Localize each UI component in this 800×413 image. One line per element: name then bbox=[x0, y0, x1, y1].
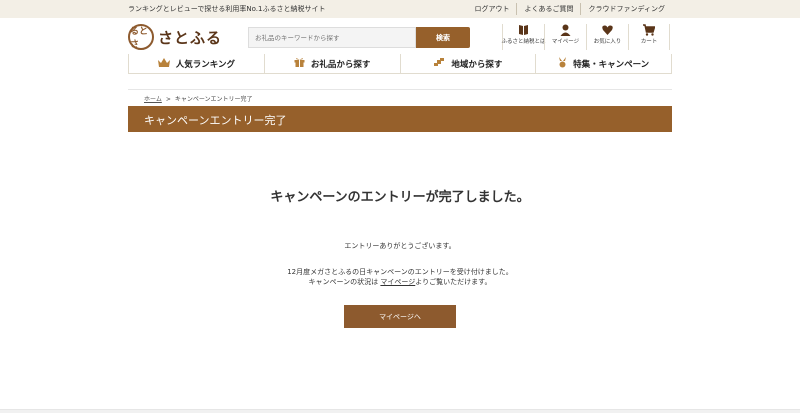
nav-label: カート bbox=[640, 39, 658, 45]
logo-mark: るとさ bbox=[128, 24, 154, 50]
completion-heading: キャンペーンのエントリーが完了しました。 bbox=[270, 190, 530, 205]
gnav-ranking[interactable]: 人気ランキング bbox=[128, 54, 264, 73]
faq-link[interactable]: よくあるご質問 bbox=[516, 3, 580, 15]
site-header: るとさ さとふる 検索 ふるさと納税とは マイページ お気に入り bbox=[128, 24, 672, 54]
logo-text: さとふる bbox=[158, 28, 223, 47]
nav-cart[interactable]: カート bbox=[628, 24, 670, 50]
nav-about-furusato[interactable]: ふるさと納税とは bbox=[501, 24, 546, 50]
map-icon bbox=[433, 57, 445, 70]
cart-icon bbox=[643, 24, 656, 38]
crown-icon bbox=[157, 57, 170, 70]
gnav-label: お礼品から探す bbox=[310, 59, 371, 70]
gnav-label: 特集・キャンペーン bbox=[573, 59, 650, 70]
gnav-campaign[interactable]: 特集・キャンペーン bbox=[535, 54, 672, 73]
gnav-region[interactable]: 地域から探す bbox=[399, 54, 536, 73]
global-nav: 人気ランキング お礼品から探す 地域から探す 特集・キャンペーン bbox=[128, 54, 672, 74]
icon-nav: ふるさと納税とは マイページ お気に入り カート bbox=[502, 24, 670, 50]
gift-icon bbox=[294, 57, 305, 70]
entry-message: 12月度メガさとふるの日キャンペーンのエントリーを受け付けました。 キャンペーン… bbox=[128, 267, 672, 287]
mypage-inline-link[interactable]: マイページ bbox=[380, 278, 415, 286]
mypage-button[interactable]: マイページへ bbox=[344, 305, 456, 328]
breadcrumb: ホーム > キャンペーンエントリー完了 bbox=[128, 89, 672, 105]
top-utility-bar: ランキングとレビューで探せる利用率No.1ふるさと納税サイト ログアウト よくあ… bbox=[0, 0, 800, 18]
top-links: ログアウト よくあるご質問 クラウドファンディング bbox=[467, 3, 672, 15]
user-icon bbox=[560, 24, 571, 38]
entry-confirmation: 12月度メガさとふるの日キャンペーンのエントリーを受け付けました。 bbox=[287, 268, 513, 276]
footer-divider bbox=[0, 409, 800, 413]
status-note-suffix: よりご覧いただけます。 bbox=[415, 278, 492, 286]
site-logo[interactable]: るとさ さとふる bbox=[128, 24, 222, 50]
thanks-message: エントリーありがとうございます。 bbox=[344, 242, 456, 250]
breadcrumb-separator: > bbox=[165, 96, 171, 103]
gnav-gifts[interactable]: お礼品から探す bbox=[263, 54, 400, 73]
completion-content: キャンペーンのエントリーが完了しました。 エントリーありがとうございます。 12… bbox=[128, 185, 672, 287]
search-bar: 検索 bbox=[248, 27, 470, 48]
search-button[interactable]: 検索 bbox=[416, 27, 470, 48]
nav-favorites[interactable]: お気に入り bbox=[586, 24, 628, 50]
heart-icon bbox=[602, 24, 613, 38]
gnav-label: 人気ランキング bbox=[175, 59, 235, 70]
logout-link[interactable]: ログアウト bbox=[467, 3, 516, 15]
site-tagline: ランキングとレビューで探せる利用率No.1ふるさと納税サイト bbox=[128, 5, 326, 13]
book-icon bbox=[518, 24, 529, 38]
gnav-label: 地域から探す bbox=[451, 59, 503, 70]
breadcrumb-current: キャンペーンエントリー完了 bbox=[174, 96, 253, 103]
nav-label: お気に入り bbox=[593, 39, 622, 45]
status-note-prefix: キャンペーンの状況は bbox=[308, 278, 381, 286]
page-title: キャンペーンエントリー完了 bbox=[128, 106, 672, 132]
medal-icon bbox=[558, 56, 567, 71]
status-note: キャンペーンの状況は マイページよりご覧いただけます。 bbox=[128, 277, 672, 287]
nav-label: ふるさと納税とは bbox=[501, 39, 546, 45]
breadcrumb-home[interactable]: ホーム bbox=[144, 96, 162, 103]
nav-mypage[interactable]: マイページ bbox=[544, 24, 586, 50]
crowdfunding-link[interactable]: クラウドファンディング bbox=[580, 3, 672, 15]
search-input[interactable] bbox=[248, 27, 416, 48]
nav-label: マイページ bbox=[551, 39, 580, 45]
